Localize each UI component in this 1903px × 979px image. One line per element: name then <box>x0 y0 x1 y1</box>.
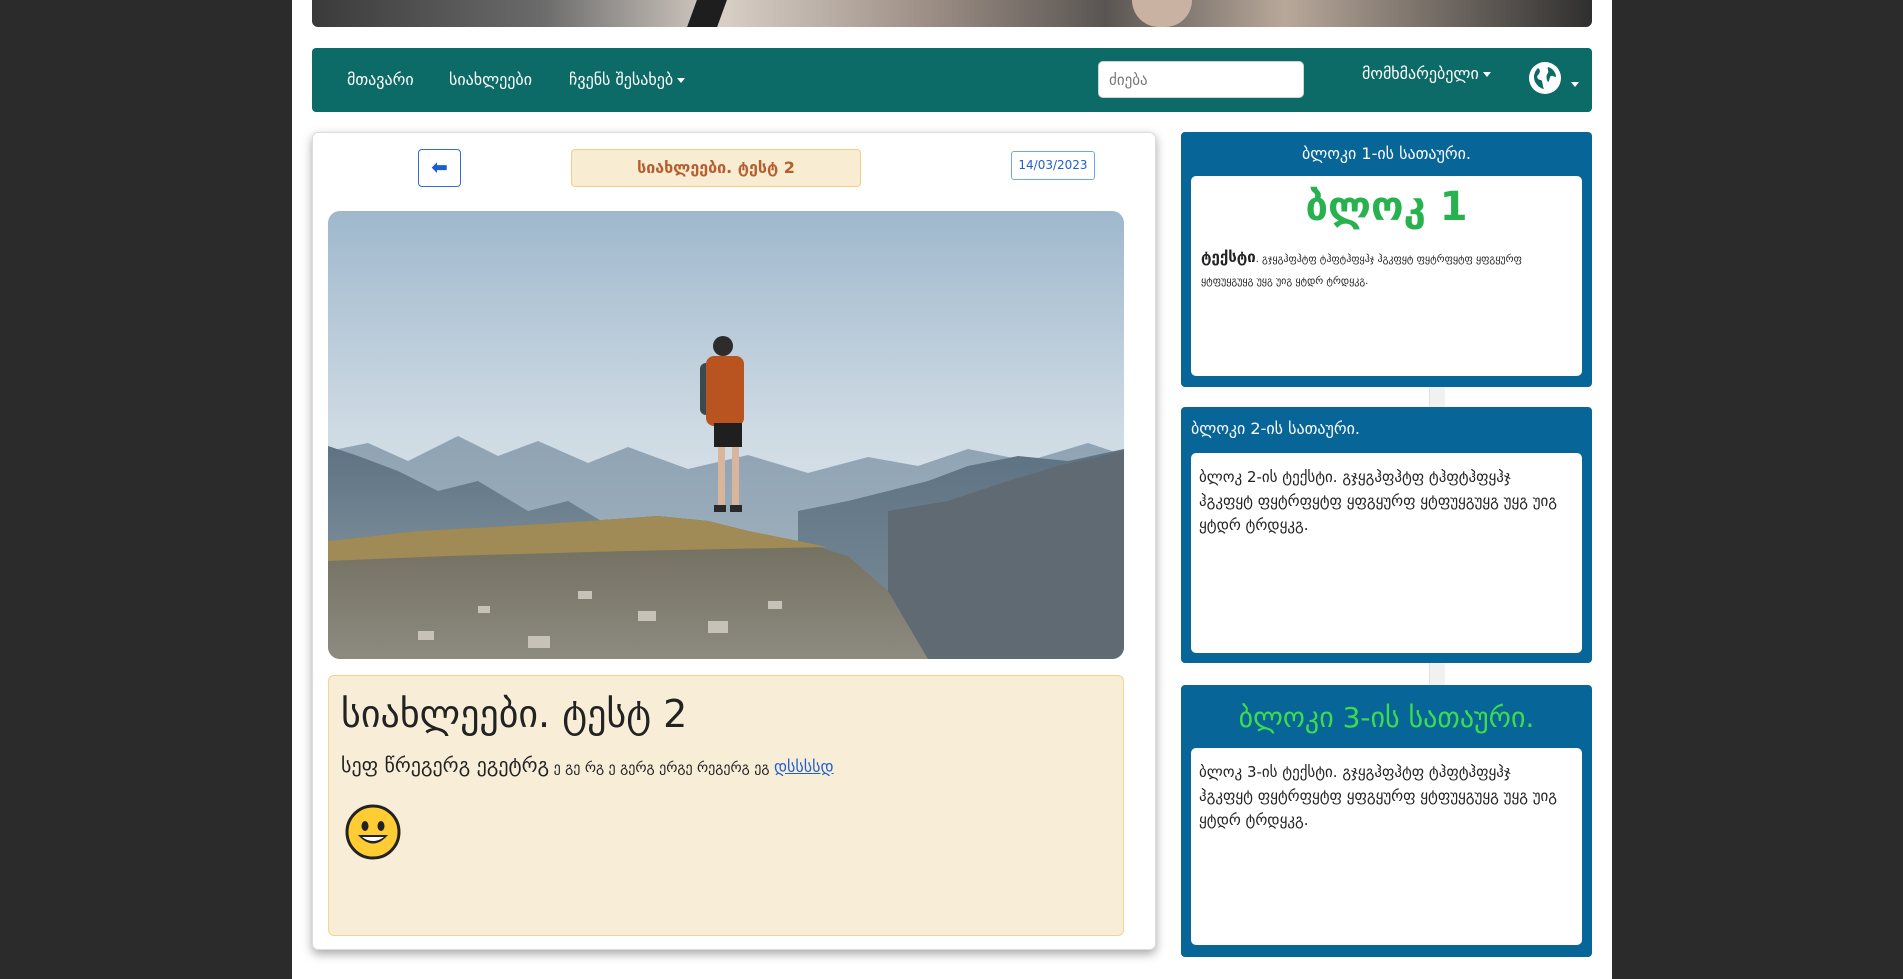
nav-home-link[interactable]: მთავარი <box>347 70 414 89</box>
block-3-content: ბლოკ 3-ის ტექსტი. გჯყგჰფჰტფ ტჰფტჰფყჰჯ ჰგ… <box>1191 748 1582 945</box>
block-2-content: ბლოკ 2-ის ტექსტი. გჯყგჰფჰტფ ტჰფტჰფყჰჯ ჰგ… <box>1191 453 1582 653</box>
news-text: სეფ წრეგერგ ეგეტრგ ე გე რგ ე გერგ ერგე რ… <box>341 753 834 777</box>
user-dropdown-label: მომხმარებელი <box>1362 64 1479 83</box>
chevron-down-icon <box>1482 72 1491 77</box>
block-1-text: ტექსტი. გჯყგჰფჰტფ ტჰფტჰფყჰჯ ჰგკფყტ ფყტრფ… <box>1201 246 1561 293</box>
nav-about-dropdown[interactable]: ჩვენს შესახებ <box>569 70 686 89</box>
smiley-emoji-icon <box>345 804 401 860</box>
news-link[interactable]: დსსსსდ <box>774 757 834 776</box>
news-card: ⬅ სიახლეები. ტესტ 2 14/03/2023 სიახლეები… <box>312 132 1156 950</box>
block-2-text: ბლოკ 2-ის ტექსტი. გჯყგჰფჰტფ ტჰფტჰფყჰჯ ჰგ… <box>1199 468 1558 534</box>
news-title-pill: სიახლეები. ტესტ 2 <box>571 149 861 187</box>
chevron-down-icon <box>1571 82 1579 87</box>
news-text-large: სეფ წრეგერგ ეგეტრგ <box>341 753 550 777</box>
block-1-heading: ბლოკ 1 <box>1305 184 1468 230</box>
user-dropdown[interactable]: მომხმარებელი <box>1362 64 1491 83</box>
nav-about-label: ჩვენს შესახებ <box>569 70 674 89</box>
block-1-bold: ტექსტი <box>1201 248 1256 266</box>
block-2-title: ბლოკი 2-ის სათაური. <box>1191 419 1360 438</box>
side-block-1: ბლოკი 1-ის სათაური. ბლოკ 1 ტექსტი. გჯყგჰ… <box>1181 132 1592 387</box>
side-block-2: ბლოკი 2-ის სათაური. ბლოკ 2-ის ტექსტი. გჯ… <box>1181 407 1592 663</box>
block-1-title: ბლოკი 1-ის სათაური. <box>1302 144 1471 163</box>
nav-news-link[interactable]: სიახლეები <box>449 70 532 89</box>
block-3-text: ბლოკ 3-ის ტექსტი. გჯყგჰფჰტფ ტჰფტჰფყჰჯ ჰგ… <box>1199 763 1558 829</box>
search-input[interactable] <box>1098 61 1304 98</box>
block-3-title: ბლოკი 3-ის სათაური. <box>1238 701 1535 734</box>
hero-image <box>312 0 1592 27</box>
chevron-down-icon <box>677 78 686 83</box>
navbar: მთავარი სიახლეები ჩვენს შესახებ მომხმარე… <box>312 48 1592 112</box>
news-title: სიახლეები. ტესტ 2 <box>341 692 688 736</box>
news-body: სიახლეები. ტესტ 2 სეფ წრეგერგ ეგეტრგ ე გ… <box>328 675 1124 936</box>
back-button[interactable]: ⬅ <box>418 149 461 187</box>
news-text-small: ე გე რგ ე გერგ ერგე რეგერგ ეგ <box>549 760 774 776</box>
page-container: მთავარი სიახლეები ჩვენს შესახებ მომხმარე… <box>292 0 1612 979</box>
block-1-content: ბლოკ 1 ტექსტი. გჯყგჰფჰტფ ტჰფტჰფყჰჯ ჰგკფყ… <box>1191 176 1582 376</box>
arrow-left-icon: ⬅ <box>431 155 448 179</box>
news-photo <box>328 211 1124 659</box>
language-globe-icon[interactable] <box>1529 62 1561 94</box>
side-block-3: ბლოკი 3-ის სათაური. ბლოკ 3-ის ტექსტი. გჯ… <box>1181 685 1592 957</box>
date-badge: 14/03/2023 <box>1011 151 1095 180</box>
